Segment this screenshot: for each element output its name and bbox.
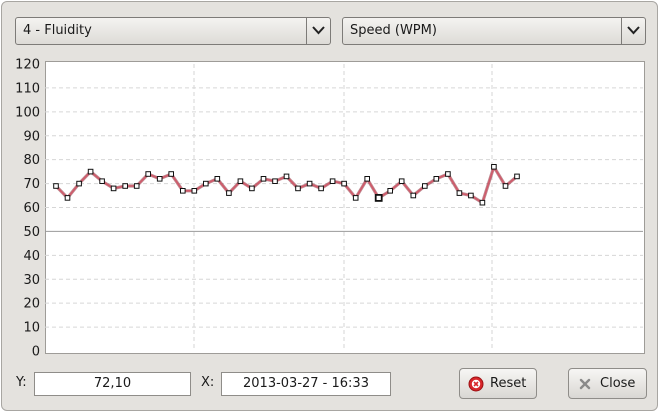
data-point [502,183,509,189]
y-tick-label: 50 [23,225,40,240]
data-point [133,183,140,189]
y-tick-label: 10 [23,321,40,336]
data-point [445,171,451,177]
data-point [76,180,82,187]
data-point [283,173,290,180]
close-button[interactable]: Close [568,368,647,399]
reset-button-label: Reset [490,376,527,391]
y-tick-label: 100 [15,105,40,120]
data-point [272,178,278,184]
y-tick-label: 0 [32,345,40,360]
highlighted-data-point [374,193,383,202]
y-readout-field: 72,10 [34,372,191,396]
data-point [87,168,94,175]
data-point [341,180,347,187]
data-point [387,188,393,194]
data-point [398,178,405,184]
data-point [237,178,244,184]
data-point [110,185,117,192]
data-point [410,192,417,199]
data-point [226,190,232,196]
data-point [318,185,324,192]
dialog-window: 4 - Fluidity Speed (WPM) 0 10 20 30 40 50 60 70… [1,1,658,411]
y-tick-label: 40 [23,249,40,264]
data-point [64,195,71,201]
data-point [191,188,198,194]
data-point [214,176,221,182]
data-point [145,171,151,177]
data-point [53,183,59,189]
y-tick-label: 60 [23,201,40,216]
y-tick-label: 120 [15,58,40,73]
data-point [168,171,174,177]
data-point [456,190,463,196]
line-chart: 0 10 20 30 40 50 60 70 80 90 100 110 120 [15,58,643,360]
data-point [122,183,129,189]
data-point [468,192,474,199]
data-point [249,185,255,192]
y-tick-label: 90 [23,129,40,144]
data-point [260,176,267,182]
x-readout-label: X: [201,375,215,390]
data-point [180,188,186,194]
reset-button[interactable]: Reset [459,368,537,399]
y-tick-label: 70 [23,177,40,192]
red-circle-x-icon [468,376,484,396]
data-point [491,164,497,170]
data-point [364,176,370,182]
y-tick-label: 30 [23,273,40,288]
data-point [422,183,428,189]
data-point [156,176,163,182]
data-point [352,195,359,201]
y-readout-label: Y: [16,375,27,390]
data-point [433,176,440,182]
data-point [329,178,336,184]
y-tick-label: 80 [23,153,40,168]
data-point [203,180,209,187]
close-icon [577,376,593,396]
data-point [479,199,486,206]
data-point [99,178,105,184]
y-tick-label: 110 [15,81,40,96]
close-button-label: Close [600,376,636,391]
data-point [295,185,301,192]
x-readout-field: 2013-03-27 - 16:33 [221,372,391,396]
y-tick-label: 20 [23,297,40,312]
data-point [514,173,520,180]
data-point [306,180,313,187]
